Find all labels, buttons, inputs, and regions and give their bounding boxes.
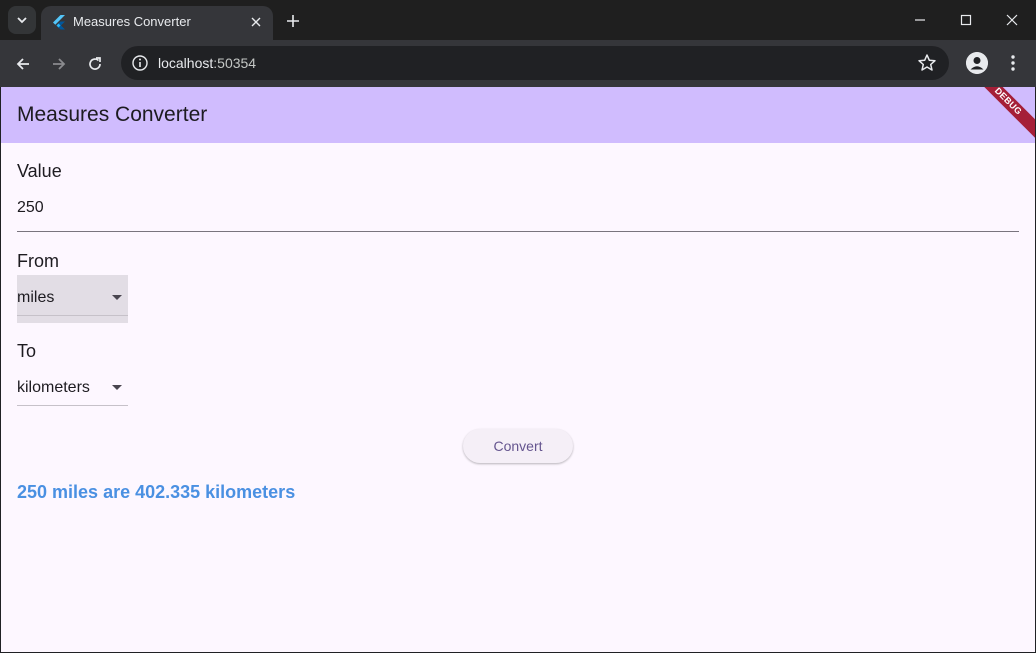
to-unit-dropdown[interactable]: kilometers [17, 365, 128, 413]
from-unit-value: miles [17, 289, 55, 306]
page-title: Measures Converter [17, 103, 208, 126]
bookmark-star-icon[interactable] [917, 53, 937, 73]
value-label: Value [17, 161, 62, 181]
dropdown-arrow-icon [112, 385, 122, 390]
url-text[interactable]: localhost:50354 [158, 55, 256, 71]
value-input[interactable] [17, 195, 1019, 232]
flutter-logo-icon [53, 15, 65, 30]
dropdown-underline [17, 405, 128, 406]
chevron-down-icon [17, 17, 27, 24]
result-text: 250 miles are 402.335 kilometers [17, 482, 296, 502]
browser-menu-button[interactable] [1004, 52, 1022, 74]
forward-button[interactable] [46, 51, 72, 77]
reload-icon [89, 57, 101, 70]
tab-title: Measures Converter [73, 14, 191, 29]
from-label: From [17, 251, 59, 271]
more-vertical-icon [1011, 55, 1015, 71]
reload-button[interactable] [82, 51, 108, 77]
maximize-button[interactable] [952, 6, 980, 34]
address-bar[interactable]: localhost:50354 [121, 46, 949, 80]
url-host: localhost [158, 55, 214, 71]
back-button[interactable] [10, 51, 36, 77]
to-label: To [17, 341, 37, 361]
close-window-button[interactable] [998, 6, 1026, 34]
from-unit-dropdown[interactable]: miles [17, 275, 128, 323]
browser-tab[interactable]: Measures Converter [41, 6, 273, 40]
new-tab-button[interactable] [282, 10, 304, 32]
tab-search-button[interactable] [8, 6, 36, 34]
close-icon [1006, 14, 1018, 26]
maximize-icon [960, 14, 972, 26]
app-viewport: Measures Converter DEBUG Value From mile… [1, 87, 1035, 652]
convert-button[interactable]: Convert [463, 429, 573, 463]
info-icon[interactable] [131, 54, 149, 72]
minimize-icon [915, 19, 925, 21]
plus-icon [287, 15, 299, 27]
app-bar: Measures Converter [1, 87, 1035, 143]
dropdown-underline [17, 315, 128, 316]
arrow-right-icon [53, 58, 66, 70]
to-unit-value: kilometers [17, 379, 90, 396]
browser-tabstrip: Measures Converter [0, 0, 1036, 40]
dropdown-arrow-icon [112, 295, 122, 300]
minimize-button[interactable] [906, 6, 934, 34]
profile-avatar-icon[interactable] [966, 52, 988, 74]
close-tab-icon[interactable] [247, 13, 265, 31]
browser-toolbar: localhost:50354 [0, 40, 1036, 87]
arrow-left-icon [16, 58, 29, 70]
url-port: :50354 [213, 55, 257, 71]
